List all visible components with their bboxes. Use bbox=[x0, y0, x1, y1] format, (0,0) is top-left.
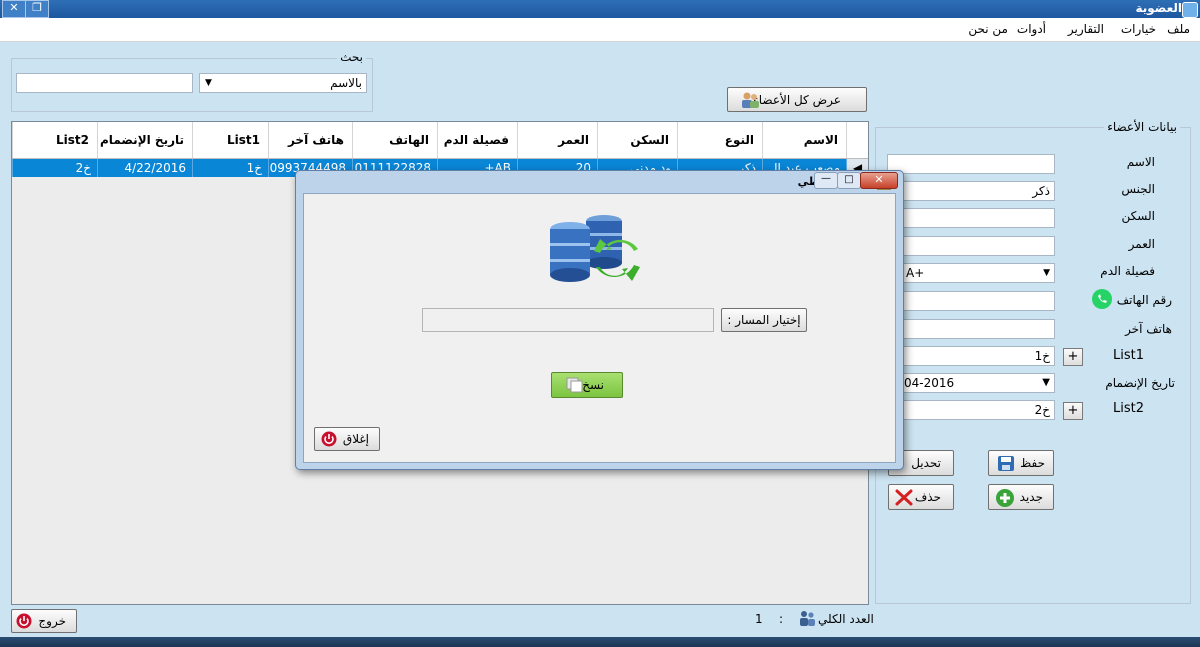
column-header-phone[interactable]: الهاتف bbox=[352, 122, 437, 158]
name-label: الاسم bbox=[1126, 155, 1155, 169]
total-count-value: 1 bbox=[755, 612, 763, 626]
database-backup-icon bbox=[534, 209, 654, 292]
window-title: العضوية bbox=[1135, 1, 1182, 15]
search-input[interactable] bbox=[16, 73, 193, 93]
phone2-field[interactable] bbox=[887, 319, 1055, 339]
age-field[interactable] bbox=[887, 236, 1055, 256]
save-button[interactable]: حفظ bbox=[988, 450, 1054, 476]
column-header-join-date[interactable]: تاريخ الإنضمام bbox=[97, 122, 192, 158]
column-header-gender[interactable]: النوع bbox=[677, 122, 762, 158]
close-dialog-button[interactable]: ✕ bbox=[860, 172, 898, 189]
column-header-phone2[interactable]: هاتف آخر bbox=[268, 122, 352, 158]
dropdown-arrow-icon: ▼ bbox=[205, 78, 212, 88]
menu-options[interactable]: خيارات bbox=[1121, 22, 1156, 36]
column-header-list1[interactable]: List1 bbox=[192, 122, 268, 158]
add-icon bbox=[995, 488, 1015, 516]
menu-tools[interactable]: أدوات bbox=[1017, 22, 1046, 36]
add-list2-button[interactable]: + bbox=[1063, 402, 1083, 420]
choose-path-button[interactable]: إختيار المسار : bbox=[721, 308, 807, 332]
gender-label: الجنس bbox=[1121, 182, 1155, 196]
backup-dialog: نسخ إحتياطي — □ ✕ إختيار المسار : نسخ إغ… bbox=[295, 170, 904, 470]
list2-field[interactable]: خ2 bbox=[887, 400, 1055, 420]
list1-label: List1 bbox=[1113, 348, 1144, 363]
cell-join-date: 4/22/2016 bbox=[97, 159, 192, 177]
members-count-icon bbox=[798, 610, 816, 629]
gender-field[interactable]: ذكر bbox=[887, 181, 1055, 201]
cell-list2: خ2 bbox=[12, 159, 97, 177]
minimize-dialog-button[interactable]: — bbox=[814, 172, 838, 189]
close-backup-button[interactable]: إغلاق bbox=[314, 427, 380, 451]
menu-reports[interactable]: التقارير bbox=[1068, 22, 1104, 36]
show-all-members-button[interactable]: عرض كل الأعضاء bbox=[727, 87, 867, 112]
members-icon bbox=[740, 91, 760, 117]
list1-field[interactable]: خ1 bbox=[887, 346, 1055, 366]
search-group-title: بحث bbox=[337, 50, 366, 64]
member-data-group-title: بيانات الأعضاء bbox=[1104, 120, 1180, 134]
search-group: بحث بالاسم ▼ bbox=[11, 50, 373, 112]
total-count-separator: : bbox=[779, 612, 784, 626]
menu-file[interactable]: ملف bbox=[1167, 22, 1190, 36]
column-header-age[interactable]: العمر bbox=[517, 122, 597, 158]
whatsapp-icon bbox=[1091, 288, 1113, 313]
blood-type-select[interactable]: +A ▼ bbox=[887, 263, 1055, 283]
phone-label: رقم الهاتف bbox=[1116, 293, 1172, 307]
row-header-corner bbox=[846, 122, 868, 158]
search-mode-value: بالاسم bbox=[330, 76, 362, 90]
join-date-label: تاريخ الإنضمام bbox=[1105, 376, 1175, 390]
residence-field[interactable] bbox=[887, 208, 1055, 228]
list2-label: List2 bbox=[1113, 401, 1144, 416]
add-list1-button[interactable]: + bbox=[1063, 348, 1083, 366]
grid-header: List2 تاريخ الإنضمام List1 هاتف آخر الها… bbox=[12, 122, 868, 159]
search-mode-select[interactable]: بالاسم ▼ bbox=[199, 73, 367, 93]
floppy-disk-icon bbox=[997, 455, 1015, 480]
dropdown-arrow-icon: ▼ bbox=[1043, 268, 1050, 278]
backup-button[interactable]: نسخ bbox=[551, 372, 623, 398]
blood-type-value: +A bbox=[906, 266, 925, 280]
menu-bar: ملف خيارات التقارير أدوات من نحن bbox=[0, 18, 1200, 42]
new-button[interactable]: جديد bbox=[988, 484, 1054, 510]
name-field[interactable] bbox=[887, 154, 1055, 174]
title-bar: العضوية ✕ ❐ bbox=[0, 0, 1200, 18]
power-icon bbox=[16, 613, 32, 636]
calendar-icon[interactable]: ▼ bbox=[1042, 374, 1050, 392]
copy-icon bbox=[566, 377, 584, 401]
column-header-residence[interactable]: السكن bbox=[597, 122, 677, 158]
maximize-dialog-button[interactable]: □ bbox=[837, 172, 861, 189]
phone2-label: هاتف آخر bbox=[1125, 322, 1172, 336]
menu-about[interactable]: من نحن bbox=[968, 22, 1008, 36]
age-label: العمر bbox=[1128, 237, 1155, 251]
column-header-blood[interactable]: فصيلة الدم bbox=[437, 122, 517, 158]
close-window-button[interactable]: ✕ bbox=[2, 0, 26, 18]
total-count-label: العدد الكلي bbox=[818, 612, 874, 626]
exit-button[interactable]: خروج bbox=[11, 609, 77, 633]
power-icon bbox=[321, 431, 337, 454]
join-date-value: 04-2016 bbox=[904, 376, 955, 390]
backup-path-field[interactable] bbox=[422, 308, 714, 332]
cell-list1: خ1 bbox=[192, 159, 268, 177]
restore-window-button[interactable]: ❐ bbox=[25, 0, 49, 18]
delete-x-icon bbox=[895, 489, 913, 514]
os-taskbar bbox=[0, 637, 1200, 647]
join-date-picker[interactable]: 04-2016 ▼ bbox=[887, 373, 1055, 393]
column-header-name[interactable]: الاسم bbox=[762, 122, 846, 158]
blood-type-label: فصيلة الدم bbox=[1100, 264, 1155, 278]
delete-button[interactable]: حذف bbox=[888, 484, 954, 510]
column-header-list2[interactable]: List2 bbox=[12, 122, 97, 158]
app-icon bbox=[1182, 2, 1198, 18]
backup-dialog-body: إختيار المسار : نسخ إغلاق bbox=[303, 193, 896, 463]
phone-field[interactable] bbox=[887, 291, 1055, 311]
residence-label: السكن bbox=[1121, 209, 1155, 223]
